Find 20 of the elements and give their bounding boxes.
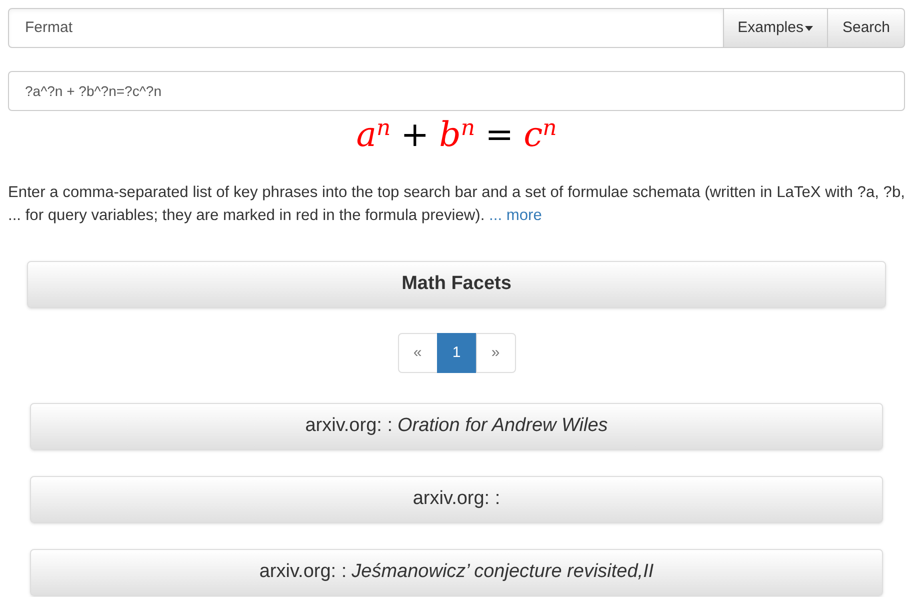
formula-preview: a$^{n}$ + b$^{n}$ = c$^{n}$ — [356, 114, 557, 157]
result-item[interactable]: arxiv.org: : — [30, 476, 883, 523]
caret-icon — [805, 26, 814, 30]
result-item[interactable]: arxiv.org: : Oration for Andrew Wiles — [30, 403, 883, 450]
help-text: Enter a comma-separated list of key phrases into the top search bar and a set of formulae schemata (written in LaTeX with ?a, ?b, ... for query variables; they are marked in red in the formula preview). ... more — [8, 183, 905, 226]
facets-panel[interactable]: Math Facets — [27, 261, 886, 308]
result-title: Oration for Andrew Wiles — [397, 414, 608, 438]
page-button[interactable]: » — [476, 333, 516, 373]
result-item[interactable]: arxiv.org: : Jeśmanowicz’ conjecture revisited,II — [30, 549, 883, 596]
examples-button[interactable]: Examples — [724, 8, 828, 48]
result-source: arxiv.org: : — [259, 560, 347, 584]
more-link[interactable]: ... more — [489, 207, 542, 224]
search-field[interactable]: Fermat — [8, 8, 724, 48]
formula-field[interactable]: ?a^?n + ?b^?n=?c^?n — [8, 71, 905, 111]
search-button[interactable]: Search — [828, 8, 905, 48]
result-source: arxiv.org: : — [412, 487, 500, 512]
page-button[interactable]: « — [398, 333, 438, 373]
page-button[interactable]: 1 — [436, 333, 476, 373]
result-title: Jeśmanowicz’ conjecture revisited,II — [352, 560, 654, 584]
result-source: arxiv.org: : — [305, 414, 392, 438]
